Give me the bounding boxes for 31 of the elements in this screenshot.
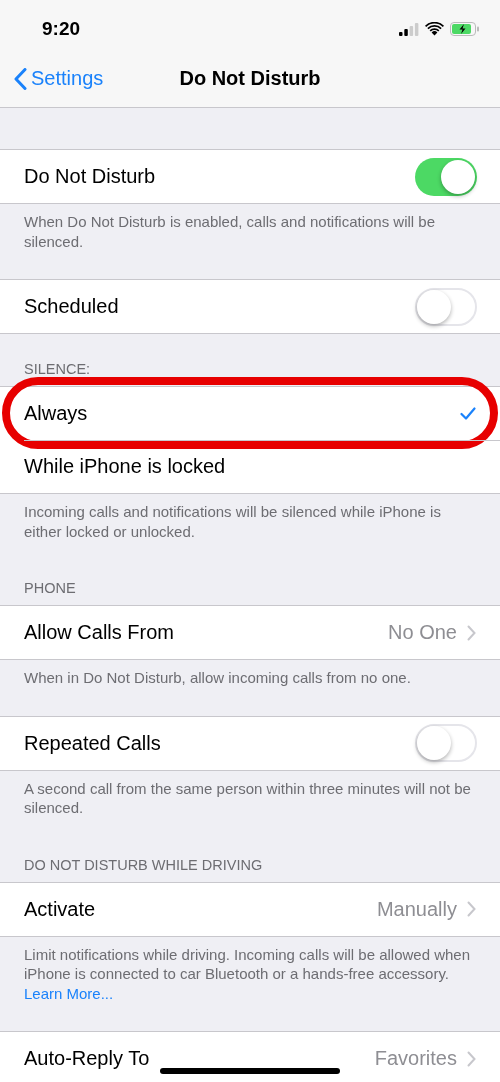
row-label[interactable]: Auto-Reply To [24,1047,375,1070]
signal-icon [399,22,419,36]
status-time: 9:20 [42,18,81,40]
battery-icon [450,22,480,36]
row-value: Manually [376,897,457,921]
section-header: SILENCE: [24,361,91,377]
row-value: No One [388,621,457,644]
footer-text: When in Do Not Disturb, allow incoming calls from no one. [24,668,412,688]
wifi-icon [425,22,444,36]
row-label[interactable]: Scheduled [24,295,415,318]
row-label[interactable]: Do Not Disturb [24,165,415,188]
row-label[interactable]: Activate [24,897,377,921]
chevron-icon [467,1050,476,1067]
section-header: PHONE [24,580,76,596]
chevron-icon [467,901,476,917]
toggle-switch[interactable] [415,287,477,326]
nav-title: Do Not Disturb [179,67,321,90]
footer-text: Limit notifications while driving. Incoming calls will be allowed when iPhone is connected to car Bluetooth or a hands-free accessory. Learn More... [24,944,472,1003]
footer-text: A second call from the same person within three minutes will not be silenced. [24,778,472,818]
section-header: DO NOT DISTURB WHILE DRIVING [24,856,263,873]
footer-text: Incoming calls and notifications will be silenced while iPhone is either locked or unlocked. [24,502,442,541]
row-label[interactable]: Always [24,402,460,425]
row-value: Favorites [374,1047,457,1070]
row-label[interactable]: Allow Calls From [24,621,389,644]
footer-text: When Do Not Disturb is enabled, calls and notifications will be silenced. [24,212,437,251]
chevron-icon [467,624,476,641]
toggle-switch[interactable] [415,157,477,196]
row-label[interactable]: Repeated Calls [24,731,415,755]
toggle-switch[interactable] [415,724,477,762]
back-chevron-icon [14,67,27,90]
row-label[interactable]: While iPhone is locked [24,455,476,478]
